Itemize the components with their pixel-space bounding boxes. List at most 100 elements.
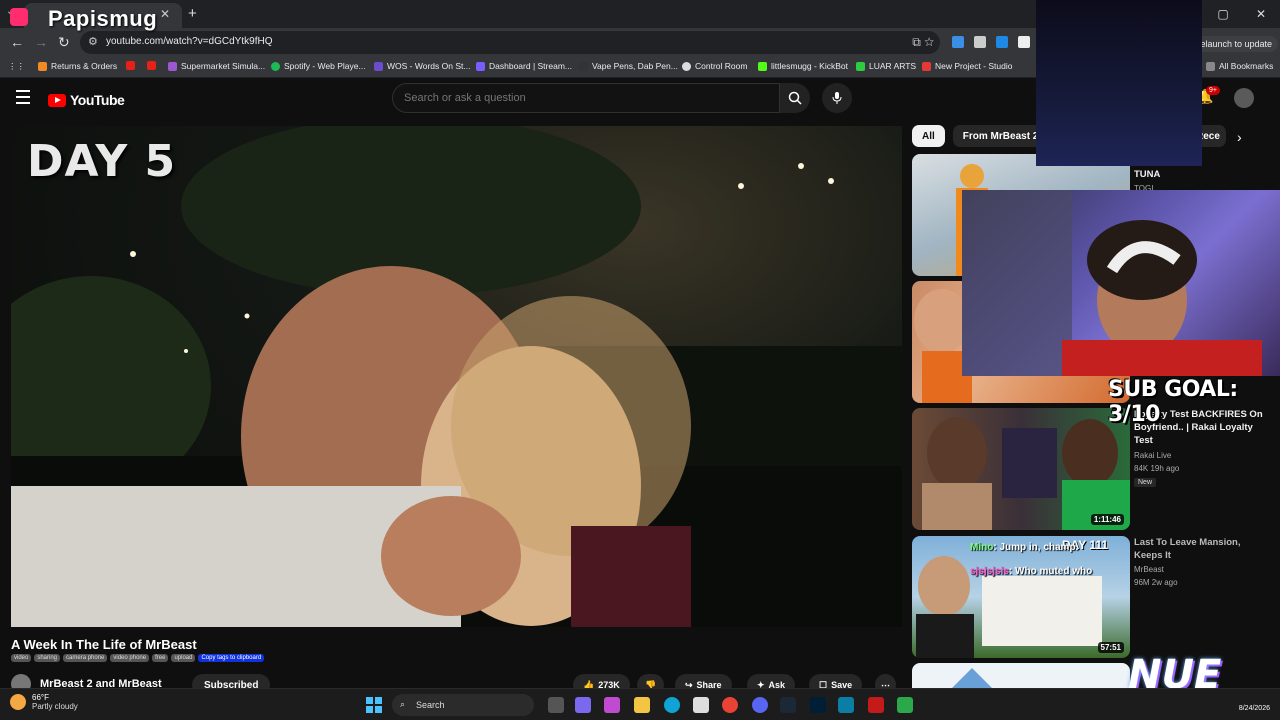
search-input[interactable] [404, 92, 764, 104]
bookmark-item[interactable]: WOS - Words On St... [374, 61, 470, 71]
tag[interactable]: upload [171, 654, 196, 662]
tag[interactable]: video [11, 654, 32, 662]
bookmark-item[interactable]: littlesmugg - KickBot [758, 61, 848, 71]
menu-icon[interactable] [16, 90, 30, 108]
chat-message: sjsjsjsis: Who muted who [970, 566, 1093, 577]
new-tab-button[interactable]: + [188, 5, 197, 22]
recommendation-meta: 84K 19h ago [1134, 464, 1180, 473]
bookmark-item[interactable]: Spotify - Web Playe... [271, 61, 366, 71]
youtube-play-icon [48, 93, 66, 107]
search-box[interactable] [392, 83, 780, 113]
bookmark-item[interactable]: LUAR ARTS [856, 61, 916, 71]
bookmark-star-icon[interactable]: ⧉ ☆ [912, 35, 934, 50]
notification-badge: 9+ [1206, 86, 1220, 95]
taskbar-date: 8/24/2026 [1238, 705, 1270, 712]
back-icon[interactable]: ← [10, 34, 24, 50]
taskbar-search[interactable]: ⌕ Search [392, 694, 534, 716]
webcam-image [962, 190, 1262, 376]
site-info-icon[interactable]: ⚙ [88, 35, 98, 48]
video-frame [11, 126, 902, 627]
tag[interactable]: video phone [110, 654, 150, 662]
search-button[interactable] [780, 83, 810, 113]
notepad-icon[interactable] [838, 697, 854, 713]
weather-widget[interactable]: 66°F Partly cloudy [10, 693, 78, 711]
apps-icon[interactable]: ⋮⋮ [8, 61, 25, 72]
thumbnail-image [916, 556, 1102, 658]
discord-icon[interactable] [752, 697, 768, 713]
sub-goal-text: SUB GOAL: 3/10 [1108, 377, 1238, 427]
extension-icon[interactable] [996, 36, 1008, 48]
file-explorer-icon[interactable] [634, 697, 650, 713]
weather-desc: Partly cloudy [32, 702, 78, 711]
copy-tags-button[interactable]: Copy tags to clipboard [198, 654, 265, 662]
close-window-icon[interactable]: ✕ [1242, 0, 1280, 28]
app-icon[interactable] [868, 697, 884, 713]
streamer-name: Papismug [48, 6, 158, 31]
task-view-icon[interactable] [548, 697, 564, 713]
extension-icon[interactable] [974, 36, 986, 48]
app-icon[interactable] [897, 697, 913, 713]
thumbnail-image [922, 417, 1130, 530]
recommendation-title[interactable]: TUNA [1134, 168, 1264, 181]
youtube-bookmark-icon[interactable] [126, 61, 135, 70]
address-bar[interactable]: ⚙ youtube.com/watch?v=dGCdYtk9fHQ ⧉ ☆ [80, 31, 940, 54]
recommendation-channel[interactable]: Rakai Live [1134, 451, 1171, 460]
steam-icon[interactable] [780, 697, 796, 713]
bookmark-item[interactable]: Dashboard | Stream... [476, 61, 572, 71]
tag[interactable]: camera phone [63, 654, 108, 662]
extension-icon[interactable] [952, 36, 964, 48]
video-duration: 57:51 [1097, 642, 1124, 653]
chevron-right-icon[interactable]: › [1237, 129, 1242, 145]
filter-chips: All From MrBeast 2 [912, 125, 1049, 147]
chrome-icon[interactable] [722, 697, 738, 713]
new-badge: New [1134, 478, 1157, 487]
chat-message: Mino: Jump in, champ. [970, 542, 1079, 553]
video-thumbnail[interactable]: 1:11:46 [912, 408, 1130, 530]
video-tags: video sharing camera phone video phone f… [11, 654, 265, 662]
weather-icon [10, 694, 26, 710]
photoshop-icon[interactable] [810, 697, 826, 713]
stream-overlay-panel [1036, 0, 1202, 166]
youtube-bookmark-icon[interactable] [147, 61, 156, 70]
account-avatar[interactable] [1234, 88, 1254, 108]
bookmark-item[interactable]: Control Room [682, 61, 747, 71]
webcam-overlay [962, 190, 1280, 376]
copilot-icon[interactable] [604, 697, 620, 713]
reload-icon[interactable]: ↻ [58, 34, 70, 51]
tag[interactable]: free [152, 654, 169, 662]
start-button[interactable] [366, 697, 382, 713]
tag[interactable]: sharing [34, 654, 61, 662]
url-text[interactable]: youtube.com/watch?v=dGCdYtk9fHQ [106, 36, 272, 47]
store-icon[interactable] [693, 697, 709, 713]
chip-all[interactable]: All [912, 125, 945, 147]
search-icon: ⌕ [400, 699, 406, 709]
chip-from-mrbeast2[interactable]: From MrBeast 2 [952, 125, 1049, 147]
bookmark-item[interactable]: Vape Pens, Dab Pen... [579, 61, 678, 71]
edge-icon[interactable] [664, 697, 680, 713]
thumbnail-image [952, 668, 992, 688]
bookmark-item[interactable]: New Project - Studio [922, 61, 1012, 71]
video-player[interactable]: DAY 5 [11, 126, 902, 627]
bookmark-item[interactable]: Supermarket Simula... [168, 61, 265, 71]
all-bookmarks[interactable]: All Bookmarks [1206, 61, 1273, 71]
video-thumbnail[interactable] [912, 663, 1130, 688]
extensions [952, 36, 1030, 48]
search-icon [788, 91, 802, 105]
teams-icon[interactable] [575, 697, 591, 713]
recommendation-channel[interactable]: MrBeast [1134, 565, 1164, 574]
youtube-logo[interactable]: YouTube [48, 92, 125, 108]
video-overlay-text: DAY 5 [27, 136, 177, 187]
maximize-icon[interactable]: ▢ [1204, 0, 1242, 28]
extension-icon[interactable] [1018, 36, 1030, 48]
video-duration: 1:11:46 [1090, 514, 1124, 525]
windows-taskbar: 66°F Partly cloudy ⌕ Search 8/24/2026 [0, 688, 1280, 720]
bookmark-item[interactable]: Returns & Orders [38, 61, 117, 71]
recommendation-item[interactable]: DAY 111 57:51 Last To Leave Mansion, Kee… [912, 536, 1274, 658]
forward-icon[interactable]: → [34, 34, 48, 50]
recommendation-title[interactable]: Last To Leave Mansion, Keeps It [1134, 536, 1264, 562]
microphone-icon [832, 92, 842, 104]
close-tab-icon[interactable]: ✕ [160, 7, 170, 21]
video-thumbnail[interactable]: DAY 111 57:51 [912, 536, 1130, 658]
weather-temp: 66°F [32, 693, 49, 702]
voice-search-button[interactable] [822, 83, 852, 113]
